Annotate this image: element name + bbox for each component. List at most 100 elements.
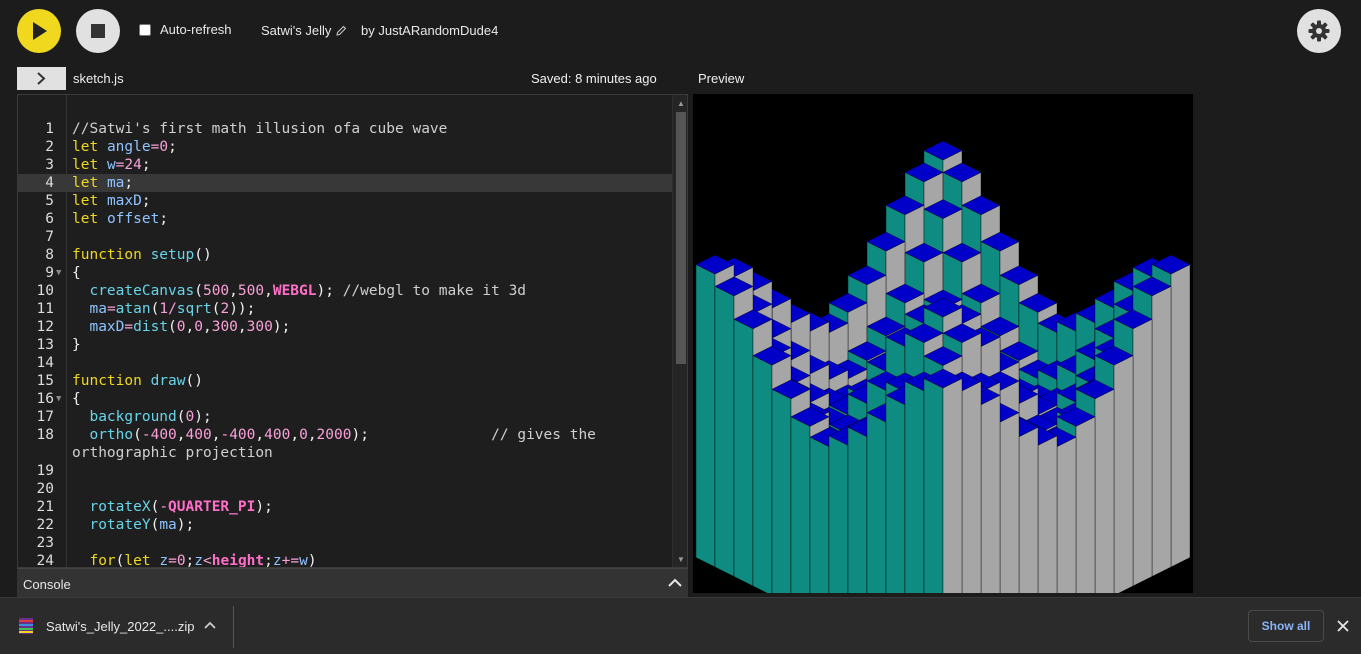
- code-line[interactable]: 19: [18, 462, 672, 480]
- code-line[interactable]: 16 ▼ {: [18, 390, 672, 408]
- line-number: 6: [45, 211, 54, 227]
- code-line[interactable]: 17 background(0);: [18, 408, 672, 426]
- code-text: function draw(): [72, 373, 203, 389]
- code-text: let offset;: [72, 211, 169, 227]
- play-button[interactable]: [17, 9, 61, 53]
- line-number: 1: [45, 121, 54, 137]
- code-text: let angle=0;: [72, 139, 177, 155]
- line-number: 17: [36, 409, 54, 425]
- fold-arrow-icon[interactable]: ▼: [56, 264, 61, 282]
- code-text: let maxD;: [72, 193, 151, 209]
- code-line[interactable]: 5 let maxD;: [18, 192, 672, 210]
- stop-button[interactable]: [76, 9, 120, 53]
- code-text: ortho(-400,400,-400,400,0,2000); // give…: [72, 427, 605, 461]
- cube-face: [733, 318, 754, 587]
- code-text: }: [72, 337, 81, 353]
- preview-canvas[interactable]: [693, 94, 1193, 654]
- chevron-up-icon[interactable]: [204, 620, 216, 630]
- fold-arrow-icon[interactable]: ▼: [56, 390, 61, 408]
- code-text: function setup(): [72, 247, 212, 263]
- cube-face: [1018, 426, 1039, 644]
- cube-face: [695, 264, 716, 568]
- code-line[interactable]: 21 rotateX(-QUARTER_PI);: [18, 498, 672, 516]
- auto-refresh-toggle[interactable]: Auto-refresh: [139, 22, 232, 37]
- console-label: Console: [23, 577, 71, 592]
- code-line[interactable]: 4 let ma;: [18, 174, 672, 192]
- code-line[interactable]: 23: [18, 534, 672, 552]
- zip-file-icon: [19, 618, 33, 634]
- line-number: 8: [45, 247, 54, 263]
- code-text: createCanvas(500,500,WEBGL); //webgl to …: [89, 283, 527, 299]
- cube-wave-render: [695, 140, 1191, 654]
- cube-face: [828, 435, 849, 634]
- code-line[interactable]: 10 createCanvas(500,500,WEBGL); //webgl …: [18, 282, 672, 300]
- line-number: 11: [36, 301, 54, 317]
- play-icon: [33, 22, 47, 40]
- code-text: rotateX(-QUARTER_PI);: [89, 499, 273, 515]
- code-line[interactable]: 14: [18, 354, 672, 372]
- line-number: 5: [45, 193, 54, 209]
- code-line[interactable]: 24 for(let z=0;z<height;z+=w): [18, 552, 672, 567]
- scroll-down-icon[interactable]: ▼: [677, 555, 685, 564]
- line-number: 16: [36, 391, 54, 407]
- code-line[interactable]: 3 let w=24;: [18, 156, 672, 174]
- saved-status: Saved: 8 minutes ago: [531, 71, 657, 86]
- code-line[interactable]: 9 ▼ {: [18, 264, 672, 282]
- code-line[interactable]: 12 maxD=dist(0,0,300,300);: [18, 318, 672, 336]
- code-text: let ma;: [72, 175, 134, 191]
- code-line[interactable]: 2 let angle=0;: [18, 138, 672, 156]
- cube-face: [1113, 355, 1134, 596]
- code-line[interactable]: 20: [18, 480, 672, 498]
- chevron-right-icon: [37, 72, 46, 85]
- cube-face: [1151, 286, 1172, 577]
- code-line[interactable]: 11 ma=atan(1/sqrt(2));: [18, 300, 672, 318]
- line-number: 13: [36, 337, 54, 353]
- cube-face: [771, 388, 792, 606]
- line-number: 2: [45, 139, 54, 155]
- cube-face: [714, 286, 735, 577]
- cube-face: [942, 378, 963, 654]
- scroll-up-icon[interactable]: ▲: [677, 99, 685, 108]
- sketch-name[interactable]: Satwi's Jelly: [261, 23, 347, 38]
- code-area[interactable]: 1 //Satwi's first math illusion ofa cube …: [18, 120, 672, 567]
- line-number: 19: [36, 463, 54, 479]
- code-line[interactable]: 8 function setup(): [18, 246, 672, 264]
- line-number: 21: [36, 499, 54, 515]
- cube-face: [1037, 435, 1058, 634]
- preview-label: Preview: [698, 71, 745, 86]
- code-line[interactable]: 15 function draw(): [18, 372, 672, 390]
- pencil-icon[interactable]: [336, 25, 347, 36]
- code-line[interactable]: 18 ortho(-400,400,-400,400,0,2000); // g…: [18, 426, 672, 462]
- auto-refresh-checkbox[interactable]: [139, 23, 151, 36]
- settings-button[interactable]: [1297, 9, 1341, 53]
- chevron-up-icon[interactable]: [667, 577, 683, 589]
- show-all-button[interactable]: Show all: [1248, 610, 1324, 642]
- author-link[interactable]: by JustARandomDude4: [361, 23, 498, 38]
- cube-face: [1132, 318, 1153, 587]
- code-editor[interactable]: 1 //Satwi's first math illusion ofa cube …: [17, 94, 688, 568]
- toolbar: Auto-refresh Satwi's Jelly by JustARando…: [0, 0, 1361, 64]
- code-line[interactable]: 7: [18, 228, 672, 246]
- scroll-thumb[interactable]: [676, 112, 686, 364]
- stop-icon: [91, 24, 105, 38]
- line-number: 14: [36, 355, 54, 371]
- code-line[interactable]: 6 let offset;: [18, 210, 672, 228]
- close-icon[interactable]: [1337, 620, 1349, 632]
- line-number: 22: [36, 517, 54, 533]
- download-file-name[interactable]: Satwi's_Jelly_2022_....zip: [46, 619, 194, 634]
- code-line[interactable]: 1 //Satwi's first math illusion ofa cube …: [18, 120, 672, 138]
- code-text: {: [72, 265, 81, 281]
- console-panel[interactable]: Console: [17, 568, 688, 597]
- editor-scrollbar[interactable]: ▲ ▼: [672, 95, 687, 567]
- cube-face: [980, 394, 1001, 654]
- line-number: 9: [45, 265, 54, 281]
- expand-sidebar-button[interactable]: [17, 67, 66, 90]
- code-line[interactable]: 13}: [18, 336, 672, 354]
- cube-face: [923, 378, 944, 654]
- file-tab-name[interactable]: sketch.js: [73, 71, 124, 86]
- code-text: background(0);: [89, 409, 212, 425]
- download-bar: Satwi's_Jelly_2022_....zip Show all: [0, 597, 1361, 654]
- line-number: 23: [36, 535, 54, 551]
- auto-refresh-label: Auto-refresh: [160, 22, 232, 37]
- code-line[interactable]: 22 rotateY(ma);: [18, 516, 672, 534]
